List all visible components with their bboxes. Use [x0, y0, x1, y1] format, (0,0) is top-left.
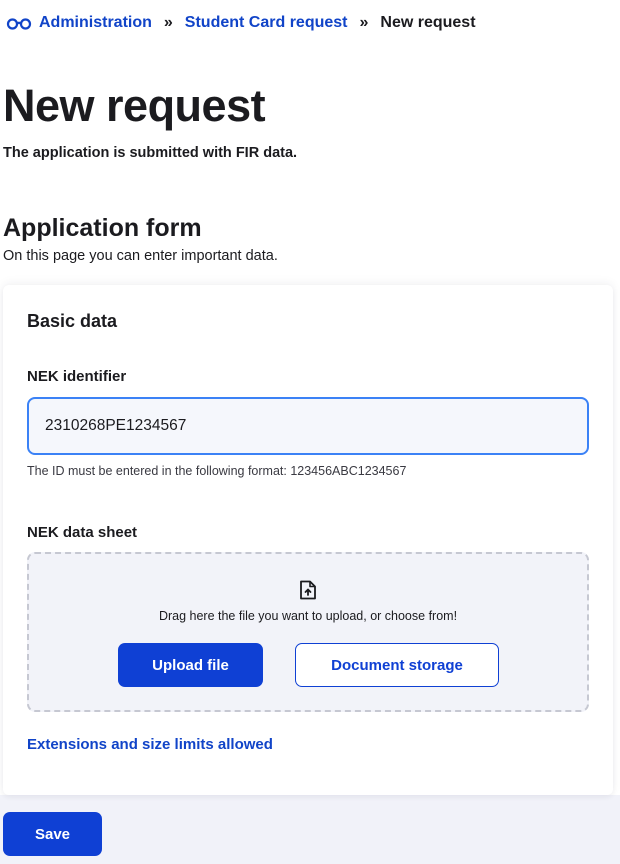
application-form-card: Basic data NEK identifier The ID must be…: [3, 285, 613, 795]
page-subtitle: The application is submitted with FIR da…: [3, 145, 298, 161]
breadcrumb-separator: »: [359, 14, 369, 31]
breadcrumb: Administration » Student Card request » …: [6, 12, 476, 34]
nek-identifier-input[interactable]: [27, 397, 589, 455]
glasses-icon: [6, 16, 32, 30]
basic-data-heading: Basic data: [27, 311, 118, 331]
save-button[interactable]: Save: [3, 812, 102, 856]
extensions-limits-link[interactable]: Extensions and size limits allowed: [27, 736, 273, 753]
document-storage-button[interactable]: Document storage: [295, 643, 499, 687]
upload-file-button[interactable]: Upload file: [118, 643, 263, 687]
page-title: New request: [3, 80, 266, 131]
nek-identifier-help: The ID must be entered in the following …: [27, 464, 407, 478]
section-description: On this page you can enter important dat…: [3, 248, 278, 264]
section-title: Application form: [3, 214, 202, 242]
file-dropzone[interactable]: Drag here the file you want to upload, o…: [27, 552, 589, 712]
nek-data-sheet-label: NEK data sheet: [27, 524, 138, 541]
file-upload-icon: [299, 580, 317, 600]
breadcrumb-link-administration[interactable]: Administration: [39, 14, 152, 32]
nek-identifier-label: NEK identifier: [27, 368, 127, 385]
breadcrumb-separator: »: [163, 14, 173, 31]
breadcrumb-link-student-card-request[interactable]: Student Card request: [185, 14, 348, 32]
breadcrumb-current: New request: [380, 14, 476, 31]
dropzone-instructions: Drag here the file you want to upload, o…: [158, 609, 458, 623]
